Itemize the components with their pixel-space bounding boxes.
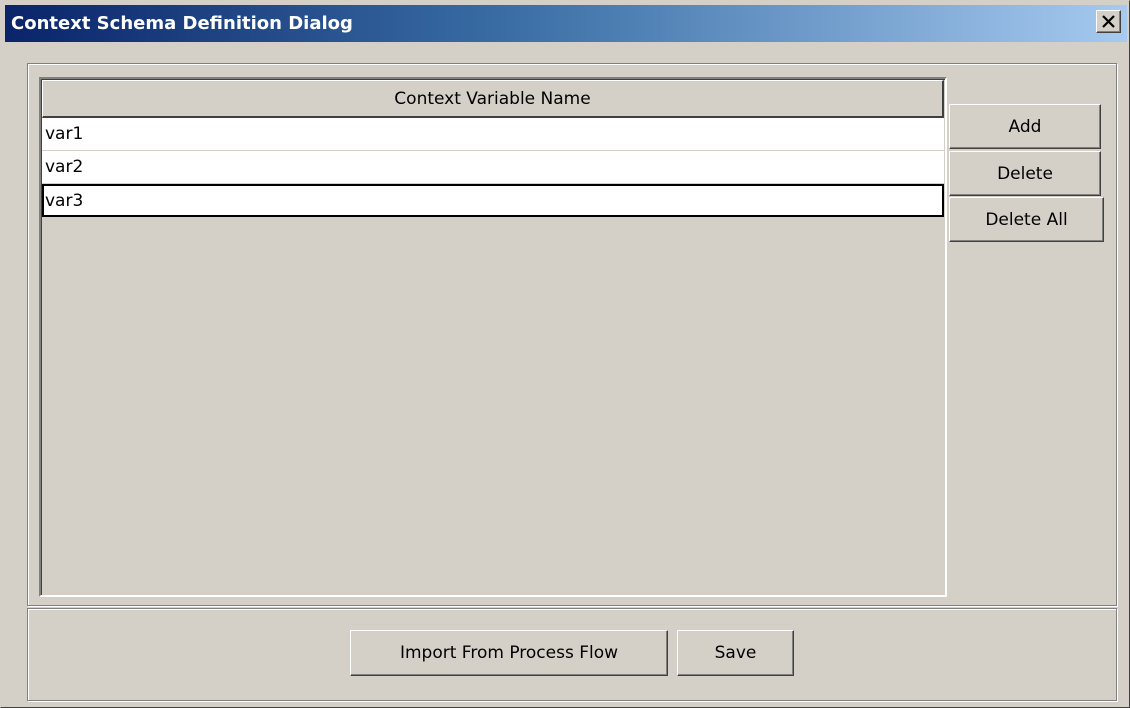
- dialog-window: Context Schema Definition Dialog Context…: [0, 0, 1130, 708]
- dialog-title: Context Schema Definition Dialog: [11, 13, 353, 34]
- title-bar[interactable]: Context Schema Definition Dialog: [5, 5, 1127, 42]
- table-row[interactable]: var2: [42, 151, 944, 184]
- close-icon: [1102, 15, 1115, 28]
- close-button[interactable]: [1096, 10, 1121, 33]
- table-row-selected[interactable]: var3: [42, 184, 944, 217]
- column-header-context-variable-name[interactable]: Context Variable Name: [42, 80, 944, 118]
- save-button[interactable]: Save: [677, 630, 794, 676]
- import-from-process-flow-button[interactable]: Import From Process Flow: [350, 630, 668, 676]
- add-button[interactable]: Add: [949, 104, 1101, 149]
- table-row[interactable]: var1: [42, 118, 944, 151]
- delete-all-button[interactable]: Delete All: [949, 197, 1104, 242]
- context-variable-table: Context Variable Name var1 var2 var3: [39, 77, 947, 597]
- delete-button[interactable]: Delete: [949, 151, 1101, 196]
